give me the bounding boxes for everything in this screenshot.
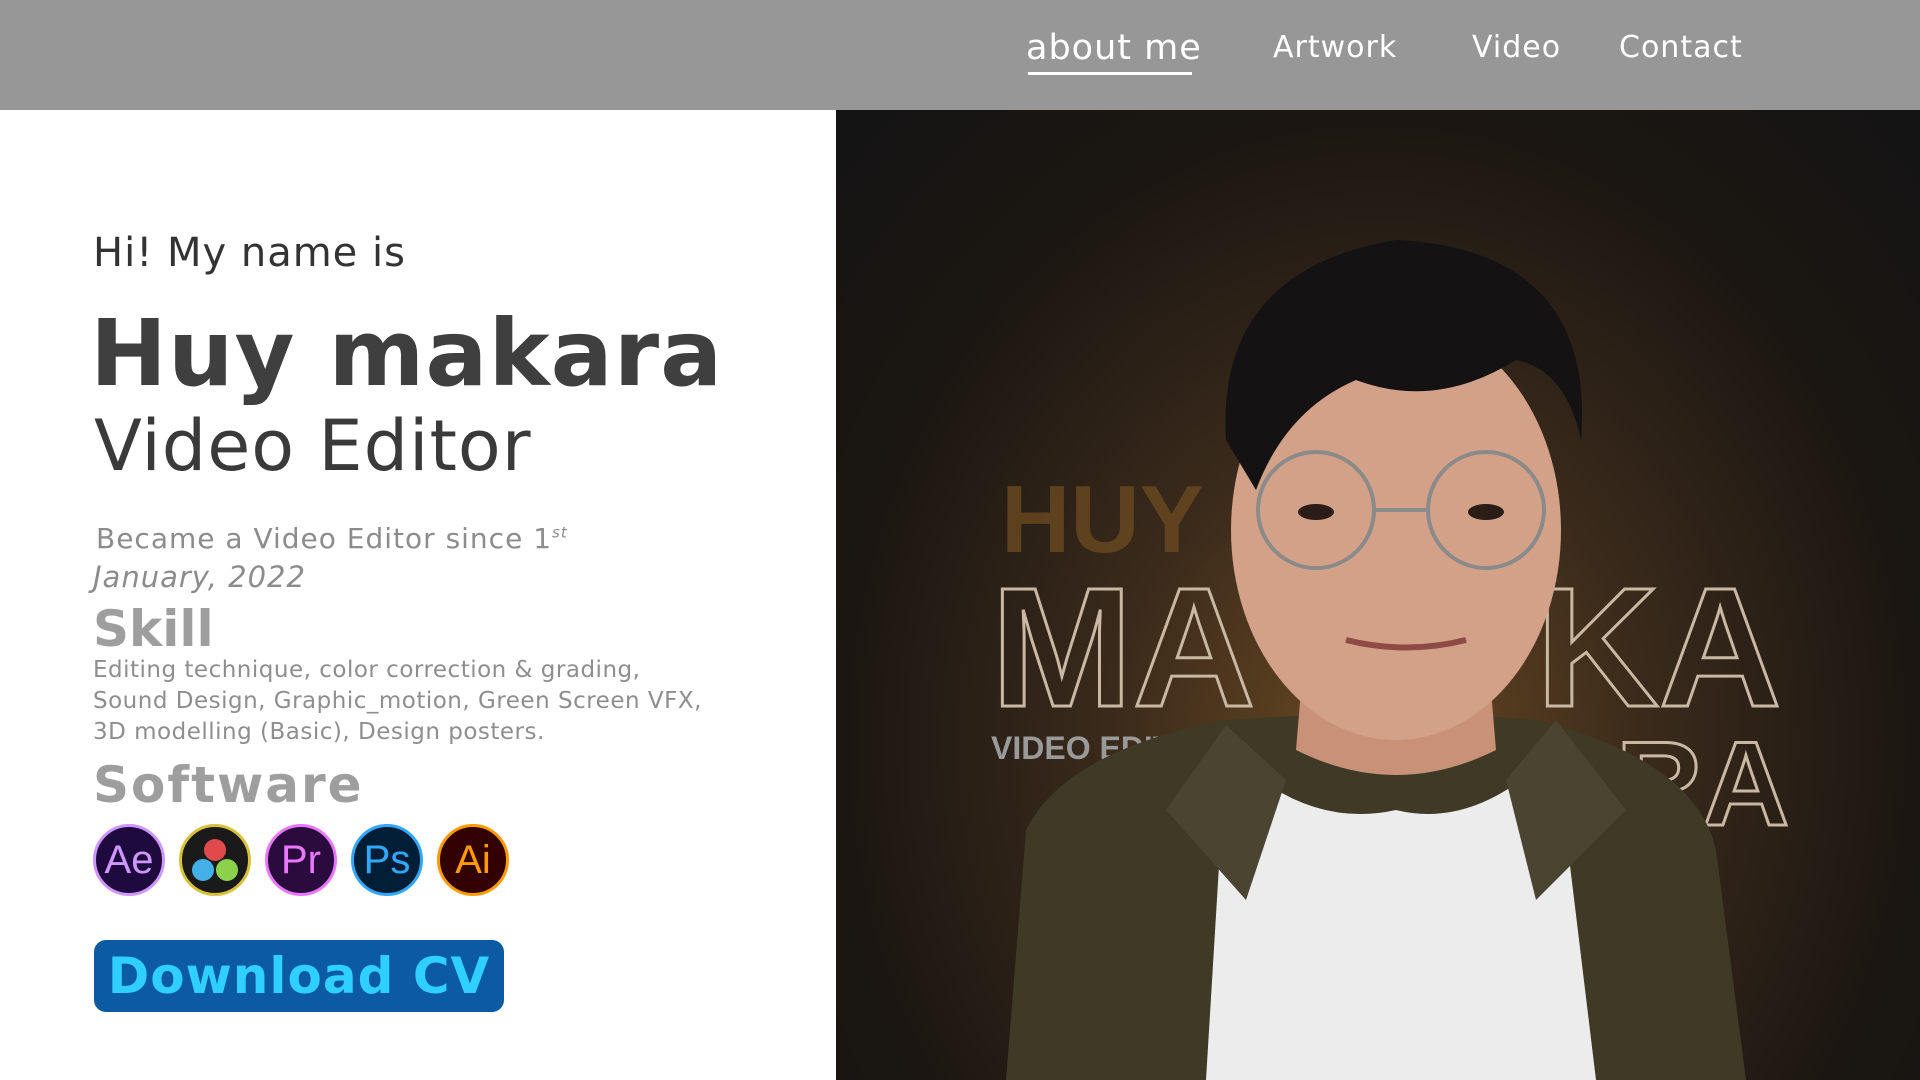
- profile-name: Huy makara: [90, 300, 724, 407]
- nav-about-me[interactable]: about me: [1026, 28, 1202, 68]
- illustrator-icon: Ai: [437, 824, 509, 896]
- software-heading: Software: [93, 756, 364, 814]
- premiere-pro-icon: Pr: [265, 824, 337, 896]
- skill-line: Editing technique, color correction & gr…: [93, 657, 641, 683]
- software-icon-list: Ae Pr Ps Ai: [93, 824, 509, 896]
- nav-artwork[interactable]: Artwork: [1273, 30, 1397, 65]
- person-illustration: [1006, 240, 1746, 1080]
- skill-heading: Skill: [93, 600, 214, 658]
- davinci-resolve-icon: [179, 824, 251, 896]
- profile-role: Video Editor: [94, 405, 532, 487]
- career-start-date: January, 2022: [93, 560, 306, 594]
- top-navigation-bar: about me Artwork Video Contact: [0, 0, 1920, 110]
- download-cv-button[interactable]: Download CV: [94, 940, 504, 1012]
- skill-description: Editing technique, color correction & gr…: [93, 655, 733, 748]
- career-since-label: Became a Video Editor since 1: [96, 522, 553, 555]
- skill-line: Sound Design, Graphic_motion, Green Scre…: [93, 688, 702, 714]
- profile-photo: HUY MA KA RA VIDEO EDITOR: [836, 110, 1920, 1080]
- skill-line: 3D modelling (Basic), Design posters.: [93, 719, 545, 745]
- photoshop-icon: Ps: [351, 824, 423, 896]
- career-since-ordinal: st: [552, 523, 568, 542]
- greeting-text: Hi! My name is: [93, 230, 406, 276]
- after-effects-icon: Ae: [93, 824, 165, 896]
- career-since-text: Became a Video Editor since 1st: [96, 522, 568, 555]
- active-nav-underline: [1028, 72, 1192, 75]
- nav-contact[interactable]: Contact: [1619, 30, 1743, 65]
- nav-video[interactable]: Video: [1472, 30, 1561, 65]
